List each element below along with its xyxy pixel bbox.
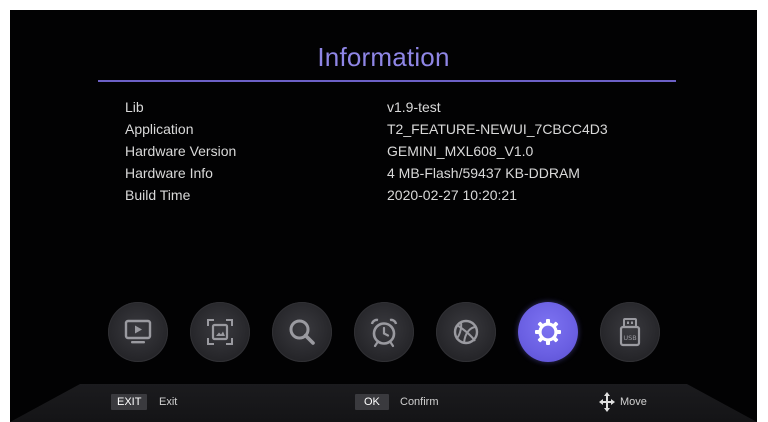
- info-value: GEMINI_MXL608_V1.0: [387, 143, 534, 159]
- info-value: 4 MB-Flash/59437 KB-DDRAM: [387, 165, 580, 181]
- info-label: Hardware Info: [125, 165, 213, 181]
- globe-icon: [453, 319, 479, 345]
- menu-item-timer[interactable]: [354, 302, 414, 362]
- picture-icon: [207, 319, 233, 345]
- tv-icon: [124, 319, 152, 344]
- svg-text:USB: USB: [623, 334, 636, 342]
- info-label: Hardware Version: [125, 143, 237, 159]
- menu-item-network[interactable]: [436, 302, 496, 362]
- exit-key[interactable]: EXIT: [111, 394, 148, 410]
- menu-item-usb[interactable]: USB: [600, 302, 660, 362]
- info-value: 2020-02-27 10:20:21: [387, 187, 517, 203]
- main-menu-bar: USB: [108, 302, 668, 366]
- menu-item-settings[interactable]: [518, 302, 578, 362]
- exit-hint-label: Exit: [159, 396, 178, 408]
- information-screen: Information Lib v1.9-test Application T2…: [10, 10, 757, 422]
- move-arrows-icon: [599, 392, 615, 412]
- menu-item-tv[interactable]: [108, 302, 168, 362]
- title-divider: [98, 80, 676, 82]
- info-label: Lib: [125, 99, 144, 115]
- page-title: Information: [317, 42, 450, 72]
- info-label: Application: [125, 121, 194, 137]
- ok-key[interactable]: OK: [355, 394, 389, 410]
- info-value: v1.9-test: [387, 99, 441, 115]
- usb-icon: USB: [619, 318, 641, 347]
- move-hint-label: Move: [620, 396, 647, 408]
- alarm-clock-icon: [370, 318, 398, 348]
- gear-icon: [535, 319, 561, 345]
- info-label: Build Time: [125, 187, 191, 203]
- menu-item-search[interactable]: [272, 302, 332, 362]
- search-icon: [289, 319, 315, 345]
- confirm-hint-label: Confirm: [400, 396, 439, 408]
- menu-item-picture[interactable]: [190, 302, 250, 362]
- info-value: T2_FEATURE-NEWUI_7CBCC4D3: [387, 121, 608, 137]
